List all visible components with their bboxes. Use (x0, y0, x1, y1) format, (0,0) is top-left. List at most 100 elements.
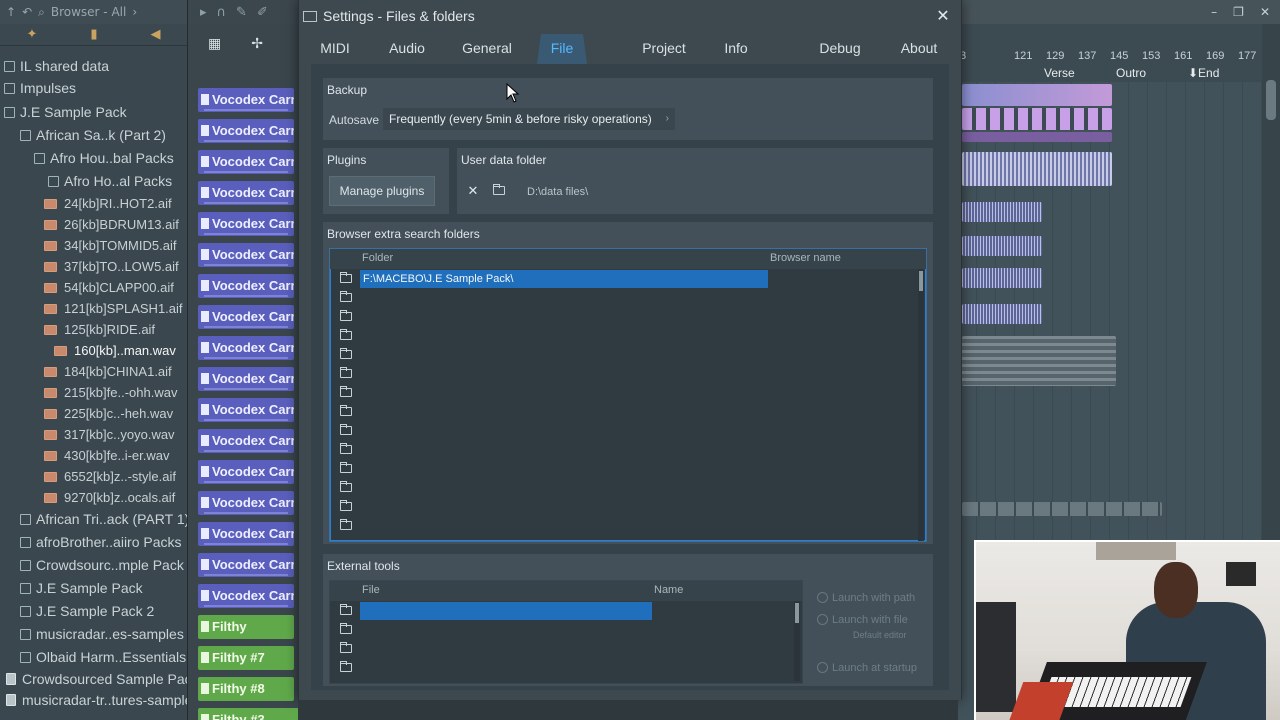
channel-button[interactable]: Filthy #8 (198, 677, 294, 701)
browser-file-item[interactable]: 6552[kb]z..-style.aif (0, 466, 187, 487)
browser-file-item[interactable]: 317[kb]c..yoyo.wav (0, 424, 187, 445)
tab-general[interactable]: General (451, 34, 523, 64)
playlist-clip[interactable] (962, 304, 1042, 324)
arrow-up-icon[interactable]: ↑ (6, 5, 16, 19)
browser-folder-item[interactable]: afroBrother..aiiro Packs (0, 532, 187, 553)
playlist-clip[interactable] (962, 336, 1116, 386)
autosave-select[interactable]: Frequently (every 5min & before risky op… (383, 108, 675, 130)
channel-button[interactable]: Vocodex Carrie (198, 243, 294, 267)
channel-button[interactable]: Vocodex Carrie (198, 398, 294, 422)
channel-button[interactable]: Vocodex Carrie (198, 584, 294, 608)
clear-icon[interactable]: ✕ (463, 182, 483, 202)
col-browser-name[interactable]: Browser name (770, 252, 841, 264)
channel-button[interactable]: Vocodex Carrie (198, 181, 294, 205)
browser-file-item[interactable]: 26[kb]BDRUM13.aif (0, 214, 187, 235)
browser-folder-item[interactable]: African Sa..k (Part 2) (0, 125, 187, 146)
playlist-ruler[interactable]: 3 121 129 137 145 153 161 169 177 (958, 50, 1262, 64)
search-folder-row[interactable] (330, 497, 910, 516)
mixer-icon[interactable]: ✢ (251, 36, 263, 52)
search-folder-row[interactable]: F:\MACEBO\J.E Sample Pack\ (330, 269, 910, 288)
search-folder-row[interactable] (330, 383, 910, 402)
channel-button[interactable]: Vocodex Carrie (198, 522, 294, 546)
channel-button[interactable]: Vocodex Carrie (198, 367, 294, 391)
external-tool-row[interactable] (330, 639, 786, 658)
browser-folder-item[interactable]: African Tri..ack (PART 1) (0, 509, 187, 530)
playlist-clip[interactable] (962, 202, 1042, 222)
file-icon[interactable]: ▮ (90, 27, 97, 42)
tab-project[interactable]: Project (633, 34, 695, 64)
maximize-icon[interactable]: ❐ (1233, 5, 1244, 19)
browser-folder-item[interactable]: Crowdsourced Sample Pack (0, 669, 187, 690)
undo-icon[interactable]: ↶ (22, 5, 32, 19)
user-data-path[interactable]: D:\data files\ (527, 186, 588, 198)
channel-button[interactable]: Filthy #7 (198, 646, 294, 670)
playlist-clip[interactable] (962, 152, 1112, 186)
channel-button[interactable]: Vocodex Carrie (198, 305, 294, 329)
external-tool-row[interactable] (330, 601, 786, 620)
browser-folder-item[interactable]: musicradar-tr..tures-samples (0, 690, 187, 711)
launch-at-startup-option[interactable]: Launch at startup (817, 662, 917, 674)
browser-header-label[interactable]: Browser - All (51, 5, 126, 19)
channel-button[interactable]: Vocodex Carrie (198, 336, 294, 360)
channel-button[interactable]: Vocodex Carrie (198, 491, 294, 515)
browser-file-item[interactable]: 24[kb]RI..HOT2.aif (0, 193, 187, 214)
channel-button[interactable]: Filthy (198, 615, 294, 639)
search-folder-row[interactable] (330, 364, 910, 383)
default-editor-option[interactable]: Default editor (853, 630, 907, 640)
brush-icon[interactable]: ✐ (257, 5, 268, 20)
browser-folder-item[interactable]: Afro Ho..al Packs (0, 171, 187, 192)
channel-button[interactable]: Vocodex Carrie (198, 274, 294, 298)
browser-file-item[interactable]: 225[kb]c..-heh.wav (0, 403, 187, 424)
playlist-clip[interactable] (962, 502, 1162, 516)
search-folder-row[interactable] (330, 516, 910, 535)
browser-folder-item[interactable]: IL shared data (0, 56, 187, 77)
browser-file-item[interactable]: 37[kb]TO..LOW5.aif (0, 256, 187, 277)
playlist-scroll-thumb[interactable] (1266, 80, 1276, 120)
search-folder-row[interactable] (330, 421, 910, 440)
close-icon[interactable]: ✕ (935, 8, 951, 24)
channel-button[interactable]: Vocodex Carrie (198, 119, 294, 143)
tab-file[interactable]: File (537, 34, 587, 64)
channel-button[interactable]: Vocodex Carrie (198, 88, 294, 112)
chevron-right-icon[interactable]: › (132, 5, 137, 19)
browser-folder-item[interactable]: Olbaid Harm..Essentials (0, 647, 187, 668)
tab-midi[interactable]: MIDI (307, 34, 363, 64)
search-folders-scrollbar[interactable] (918, 269, 924, 541)
browser-folder-item[interactable]: J.E Sample Pack (0, 102, 187, 123)
play-icon[interactable]: ▸ (200, 5, 207, 20)
browser-file-item[interactable]: 9270[kb]z..ocals.aif (0, 487, 187, 508)
browser-file-item[interactable]: 125[kb]RIDE.aif (0, 319, 187, 340)
channel-button[interactable]: Vocodex Carrie (198, 212, 294, 236)
browser-file-item[interactable]: 160[kb]..man.wav (0, 340, 187, 361)
channel-button[interactable]: Vocodex Carrie (198, 150, 294, 174)
search-folder-row[interactable] (330, 402, 910, 421)
scroll-thumb[interactable] (919, 271, 923, 291)
scroll-thumb[interactable] (795, 603, 799, 623)
col-folder[interactable]: Folder (362, 252, 393, 264)
browser-folder-item[interactable]: J.E Sample Pack 2 (0, 601, 187, 622)
search-folder-row[interactable] (330, 345, 910, 364)
tab-about[interactable]: About (893, 34, 945, 64)
search-folder-row[interactable] (330, 288, 910, 307)
minimize-icon[interactable]: – (1211, 5, 1217, 19)
piano-icon[interactable]: ▦ (208, 36, 221, 52)
close-icon[interactable]: ✕ (1260, 5, 1270, 19)
pencil-icon[interactable]: ✎ (236, 5, 247, 20)
playlist-clip[interactable] (962, 268, 1042, 288)
search-folder-row[interactable] (330, 440, 910, 459)
external-tools-scrollbar[interactable] (794, 601, 800, 681)
browser-file-item[interactable]: 54[kb]CLAPP00.aif (0, 277, 187, 298)
launch-with-file-option[interactable]: Launch with file (817, 614, 908, 626)
external-tool-row[interactable] (330, 658, 786, 677)
playlist-marker[interactable]: Verse (1044, 66, 1075, 80)
playlist-clip[interactable] (962, 84, 1112, 106)
search-folder-row[interactable] (330, 459, 910, 478)
search-icon[interactable]: ⌕ (38, 5, 45, 20)
browser-folder-item[interactable]: musicradar..es-samples (0, 624, 187, 645)
playlist-marker[interactable]: Outro (1116, 66, 1146, 80)
external-tool-row[interactable] (330, 620, 786, 639)
browser-folder-item[interactable]: Crowdsourc..mple Pack (0, 555, 187, 576)
browser-folder-item[interactable]: Impulses (0, 78, 187, 99)
external-tools-list[interactable]: File Name (329, 580, 803, 684)
browser-folder-item[interactable]: J.E Sample Pack (0, 578, 187, 599)
